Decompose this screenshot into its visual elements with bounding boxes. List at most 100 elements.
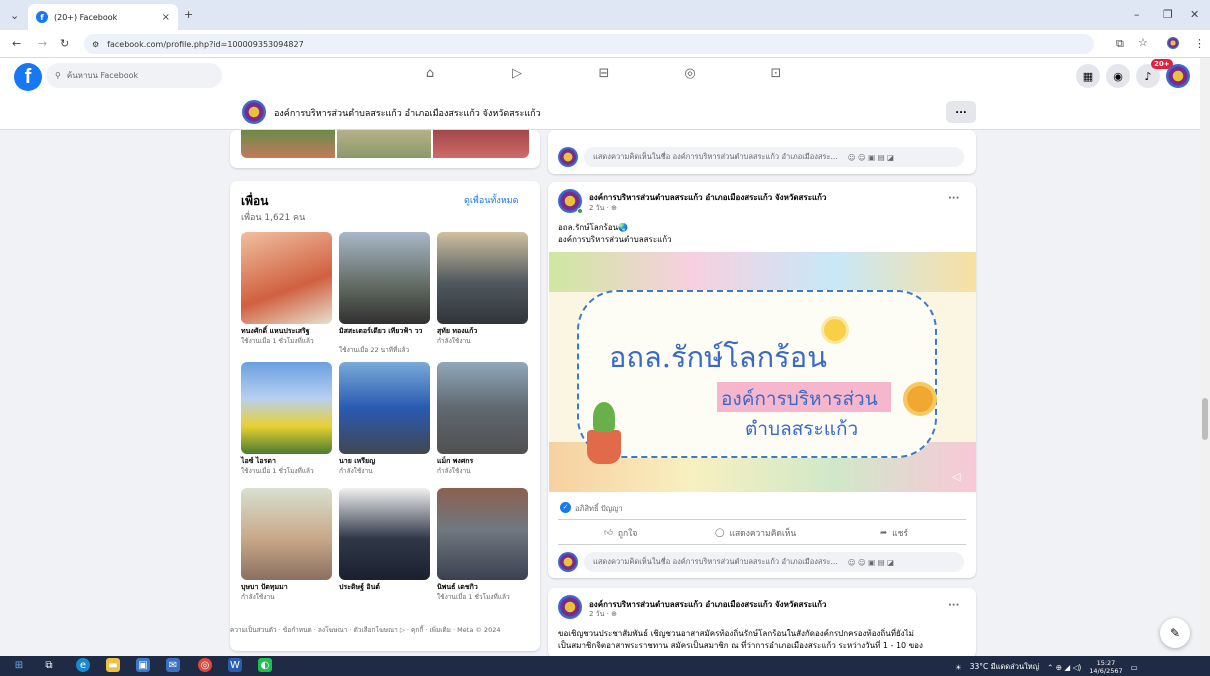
comment-input[interactable]: แสดงความคิดเห็นในชื่อ องค์การบริหารส่วนต… <box>584 552 964 572</box>
emoji-icons[interactable]: ☺ ☺ ▣ ▤ ◪ <box>848 153 894 162</box>
reaction-names[interactable]: อภิสิทธิ์ ปัญญา <box>575 503 623 515</box>
close-tab-icon[interactable]: × <box>162 12 170 23</box>
friend-name[interactable]: ประดิษฐ์ อินต์ <box>339 583 431 592</box>
home-icon[interactable]: ⌂ <box>420 66 440 84</box>
friend-photo[interactable] <box>437 362 528 454</box>
flower-icon <box>903 382 937 416</box>
friend-photo[interactable] <box>241 232 332 324</box>
friend-name[interactable]: บุษบา ปัตทุมมา <box>241 583 333 592</box>
browser-menu-icon[interactable]: ⋮ <box>1194 37 1205 50</box>
friend-status: ใช้งานเมื่อ 1 ชั่วโมงที่แล้ว <box>241 337 314 345</box>
tray-icons[interactable]: ⌃ ⊕ ◢ ◁) <box>1047 663 1081 672</box>
tab-list-icon[interactable]: ⌄ <box>10 9 19 22</box>
post-text: อถล.รักษ์โลกร้อน🌏 <box>558 223 629 232</box>
comment-button[interactable]: ◯ แสดงความคิดเห็น <box>715 526 796 540</box>
friend-photo[interactable] <box>437 488 528 580</box>
gaming-icon[interactable]: ⊡ <box>766 66 786 84</box>
post-author-avatar[interactable] <box>558 595 582 619</box>
see-all-friends-link[interactable]: ดูเพื่อนทั้งหมด <box>464 193 518 207</box>
weather-text[interactable]: 33°C มีแดดส่วนใหญ่ <box>970 661 1039 673</box>
post-time-text: 2 วัน · <box>589 204 612 212</box>
mute-icon[interactable]: ◁ <box>952 470 960 483</box>
like-button[interactable]: 👍︎ ถูกใจ <box>604 526 637 540</box>
friend-name[interactable]: สุทัย ทองแก้ว <box>437 327 529 336</box>
search-placeholder: ค้นหาบน Facebook <box>66 71 139 80</box>
forward-icon[interactable]: → <box>38 37 47 50</box>
photo-thumbnail[interactable] <box>433 130 529 158</box>
browser-profile-icon[interactable] <box>1167 37 1179 49</box>
reload-icon[interactable]: ↻ <box>60 37 69 50</box>
menu-grid-icon[interactable]: ▦ <box>1076 64 1100 88</box>
share-button[interactable]: ➦ แชร์ <box>880 526 908 540</box>
friend-name[interactable]: นิพนธ์ เดชกิว <box>437 583 529 592</box>
close-window-icon[interactable]: ✕ <box>1190 8 1199 21</box>
facebook-logo-icon[interactable]: f <box>14 63 42 91</box>
clock[interactable]: 15:27 14/6/2567 <box>1089 659 1122 675</box>
plant-pot-icon <box>587 430 621 464</box>
emoji-icons[interactable]: ☺ ☺ ▣ ▤ ◪ <box>848 558 894 567</box>
restore-icon[interactable]: ❐ <box>1163 8 1173 21</box>
store-icon[interactable]: ▣ <box>136 658 150 672</box>
friend-photo[interactable] <box>339 232 430 324</box>
post-author[interactable]: องค์การบริหารส่วนตำบลสระแก้ว อำเภอเมืองส… <box>589 598 827 611</box>
friend-photo[interactable] <box>437 232 528 324</box>
cast-icon[interactable]: ⧉ <box>1116 37 1124 51</box>
start-icon[interactable]: ⊞ <box>12 658 26 672</box>
clock-date: 14/6/2567 <box>1089 667 1123 675</box>
friends-title: เพื่อน <box>241 194 269 208</box>
friend-name[interactable]: ไอซ์ ไอรดา <box>241 457 333 466</box>
post-time[interactable]: 2 วัน · ⊕ <box>589 609 617 620</box>
post-time[interactable]: 2 วัน · ⊕ <box>589 203 617 214</box>
task-view-icon[interactable]: ⧉ <box>42 658 56 672</box>
file-explorer-icon[interactable]: ▬ <box>106 658 120 672</box>
post-options-icon[interactable]: ··· <box>948 600 959 611</box>
mail-icon[interactable]: ✉ <box>166 658 180 672</box>
account-avatar[interactable] <box>1166 64 1190 88</box>
messenger-icon[interactable]: ◉ <box>1106 64 1130 88</box>
page-scrollbar[interactable] <box>1200 58 1210 656</box>
friend-photo[interactable] <box>339 488 430 580</box>
friend-photo[interactable] <box>339 362 430 454</box>
search-input[interactable]: ⚲ ค้นหาบน Facebook <box>46 63 222 88</box>
groups-icon[interactable]: ◎ <box>680 66 700 84</box>
browser-tab[interactable]: f (20+) Facebook × <box>28 4 178 30</box>
friend-status: กำลังใช้งาน <box>339 467 373 475</box>
friend-name[interactable]: นาย เหรียญ <box>339 457 431 466</box>
footer-links[interactable]: ความเป็นส่วนตัว · ข้อกำหนด · ลงโฆษณา · ต… <box>230 626 540 635</box>
word-icon[interactable]: W <box>228 658 242 672</box>
post-author[interactable]: องค์การบริหารส่วนตำบลสระแก้ว อำเภอเมืองส… <box>589 191 827 204</box>
page-avatar[interactable] <box>242 100 266 124</box>
photo-thumbnail[interactable] <box>241 130 335 158</box>
post-image[interactable]: อถล.รักษ์โลกร้อน องค์การบริหารส่วน ตำบลส… <box>549 252 976 492</box>
friend-status: กำลังใช้งาน <box>437 467 471 475</box>
comment-placeholder: แสดงความคิดเห็นในชื่อ องค์การบริหารส่วนต… <box>593 557 838 566</box>
url-field[interactable]: ⚙ facebook.com/profile.php?id=1000093530… <box>84 34 1094 54</box>
site-info-icon[interactable]: ⚙ <box>92 40 99 49</box>
weather-icon[interactable]: ☀ <box>955 663 962 672</box>
bookmark-star-icon[interactable]: ☆ <box>1138 36 1148 49</box>
friend-photo[interactable] <box>241 362 332 454</box>
new-tab-icon[interactable]: + <box>184 8 193 21</box>
friend-name[interactable]: ทนงศักดิ์ แหนประเสริฐ <box>241 327 333 336</box>
marketplace-icon[interactable]: ⊟ <box>594 66 614 84</box>
more-options-button[interactable]: ... <box>946 101 976 123</box>
new-message-icon[interactable]: ✎ <box>1160 618 1190 648</box>
scrollbar-thumb[interactable] <box>1202 398 1208 440</box>
video-icon[interactable]: ▷ <box>507 66 527 84</box>
friend-name[interactable]: มิสสะเตอร์เดียว เทียวฟ้า วว <box>339 327 431 336</box>
minimize-icon[interactable]: – <box>1134 8 1140 21</box>
like-reaction-icon: ✓ <box>560 502 571 513</box>
friend-name[interactable]: แม็ก พงศกร <box>437 457 529 466</box>
back-icon[interactable]: ← <box>12 37 21 50</box>
notification-center-icon[interactable]: ▭ <box>1131 663 1138 672</box>
chrome-icon[interactable]: ◎ <box>198 658 212 672</box>
line-app-icon[interactable]: ◐ <box>258 658 272 672</box>
friends-count: เพื่อน 1,621 คน <box>241 213 306 223</box>
comment-label: แสดงความคิดเห็น <box>729 529 797 539</box>
image-subtitle: ตำบลสระแก้ว <box>745 418 859 440</box>
comment-input[interactable]: แสดงความคิดเห็นในชื่อ องค์การบริหารส่วนต… <box>584 147 964 167</box>
photo-thumbnail[interactable] <box>337 130 431 158</box>
post-options-icon[interactable]: ··· <box>948 193 959 204</box>
edge-icon[interactable]: e <box>76 658 90 672</box>
friend-photo[interactable] <box>241 488 332 580</box>
